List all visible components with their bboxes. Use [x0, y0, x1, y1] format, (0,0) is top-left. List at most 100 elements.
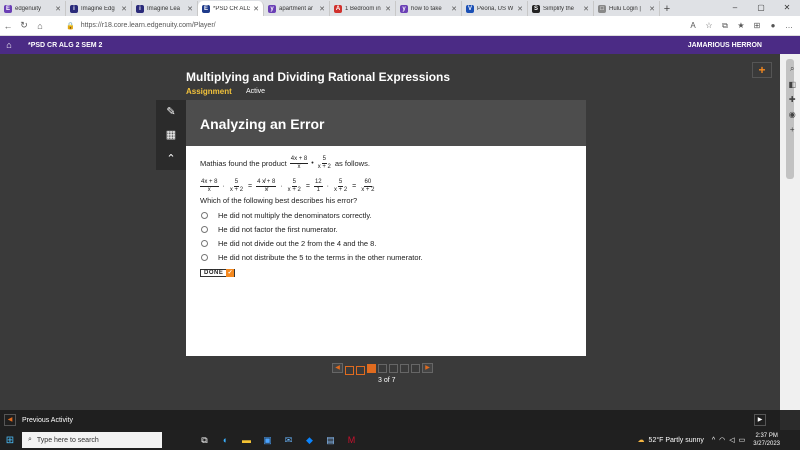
calculator-icon[interactable]: ▦ — [166, 128, 176, 141]
user-name[interactable]: JAMARIOUS HERRON — [688, 42, 762, 49]
browser-tab[interactable]: A1 Bedroom in ✕ — [330, 1, 396, 16]
add-icon[interactable]: + — [788, 125, 796, 134]
bag-icon[interactable]: ◧ — [788, 80, 796, 89]
work-fraction: 4x + 8x — [200, 179, 219, 193]
radio-button[interactable] — [201, 253, 208, 261]
browser-tab[interactable]: □ Hulu Login | ✕ — [594, 1, 660, 16]
pager-step[interactable] — [356, 366, 365, 375]
minimize-icon[interactable]: – — [722, 0, 748, 16]
tab-favicon-icon: □ — [598, 4, 606, 13]
home-icon[interactable]: ⌂ — [0, 40, 18, 50]
split-view-icon[interactable]: ⧉ — [718, 21, 732, 31]
pager-step[interactable] — [367, 363, 376, 373]
pager-step[interactable] — [389, 363, 398, 373]
browser-tab[interactable]: S Simplify the ✕ — [528, 1, 594, 16]
answer-choices: He did not multiply the denominators cor… — [200, 208, 572, 264]
tools-icon[interactable]: ✚ — [788, 95, 796, 104]
extensions-icon[interactable]: ⊞ — [750, 21, 764, 31]
back-icon[interactable]: ← — [0, 21, 16, 31]
task-view-icon[interactable]: ⧉ — [198, 434, 211, 447]
more-icon[interactable]: … — [782, 21, 796, 31]
store-icon[interactable]: ▣ — [261, 434, 274, 447]
chevron-up-icon[interactable]: ^ — [712, 437, 715, 444]
work-operator: = — [305, 183, 310, 190]
windows-start-icon[interactable]: ⊞ — [0, 435, 20, 446]
browser-tab[interactable]: V Peoria, US W ✕ — [462, 1, 528, 16]
search-icon[interactable]: ⌕ — [788, 64, 796, 74]
mcafee-icon[interactable]: M — [345, 434, 358, 447]
tab-close-icon[interactable]: ✕ — [583, 5, 589, 13]
tab-close-icon[interactable]: ✕ — [517, 5, 523, 13]
battery-icon[interactable]: ▭ — [739, 436, 746, 444]
favorite-icon[interactable]: ☆ — [702, 21, 716, 31]
pager-step[interactable] — [400, 363, 409, 373]
taskbar-search[interactable]: ⌕ Type here to search — [22, 432, 162, 448]
course-title[interactable]: *PSD CR ALG 2 SEM 2 — [28, 42, 102, 49]
work-fraction: 5x + 2 — [333, 179, 348, 193]
clock[interactable]: 2:37 PM 3/27/2023 — [753, 432, 780, 448]
close-window-icon[interactable]: ✕ — [774, 0, 800, 16]
outlook-icon[interactable]: ◉ — [788, 110, 796, 119]
tab-close-icon[interactable]: ✕ — [385, 5, 391, 13]
tab-title: Imagine Lea — [147, 5, 181, 12]
pager-step[interactable] — [411, 363, 420, 373]
tab-title: 1 Bedroom in — [345, 5, 381, 12]
answer-choice[interactable]: He did not distribute the 5 to the terms… — [200, 250, 572, 264]
app-header: ⌂ *PSD CR ALG 2 SEM 2 JAMARIOUS HERRON — [0, 36, 800, 54]
weather-widget[interactable]: ☁ 52°F Partly sunny — [638, 436, 704, 445]
tab-close-icon[interactable]: ✕ — [451, 5, 457, 13]
new-tab-icon[interactable]: + — [660, 2, 674, 16]
address-bar-row: ← ↻ ⌂ 🔒 https://r18.core.learn.edgenuity… — [0, 16, 800, 36]
work-operator: · — [222, 183, 225, 190]
tab-close-icon[interactable]: ✕ — [253, 5, 259, 13]
previous-activity-icon[interactable]: ◀ — [4, 414, 16, 426]
work-fraction: 4 x̸ + 8 x̸ — [256, 179, 277, 193]
answer-choice[interactable]: He did not divide out the 2 from the 4 a… — [200, 236, 572, 250]
phone-link-icon[interactable]: ▤ — [324, 434, 337, 447]
tab-close-icon[interactable]: ✕ — [649, 5, 655, 13]
dropbox-icon[interactable]: ◆ — [303, 434, 316, 447]
volume-icon[interactable]: ◁ — [729, 436, 734, 444]
browser-tab[interactable]: y how to take ✕ — [396, 1, 462, 16]
pencil-icon[interactable]: ✎ — [166, 105, 175, 118]
browser-toolbar-icons: A ☆ ⧉ ★ ⊞ ● … — [686, 21, 796, 31]
tab-close-icon[interactable]: ✕ — [55, 5, 61, 13]
tab-close-icon[interactable]: ✕ — [319, 5, 325, 13]
tab-close-icon[interactable]: ✕ — [121, 5, 127, 13]
maximize-icon[interactable]: ▢ — [748, 0, 774, 16]
mail-icon[interactable]: ✉ — [282, 434, 295, 447]
product-fraction-1: 4x + 8 x — [289, 156, 309, 170]
tab-favicon-icon: V — [466, 4, 474, 13]
browser-tab[interactable]: Eedgenuity ✕ — [0, 1, 66, 16]
tab-title: Imagine Edg — [81, 5, 115, 12]
refresh-icon[interactable]: ↻ — [16, 20, 32, 31]
radio-button[interactable] — [201, 239, 208, 247]
edge-icon[interactable]: ◐ — [219, 434, 232, 447]
browser-tab[interactable]: y apartment ar ✕ — [264, 1, 330, 16]
tab-close-icon[interactable]: ✕ — [187, 5, 193, 13]
file-explorer-icon[interactable]: ▬ — [240, 434, 253, 447]
radio-button[interactable] — [201, 225, 208, 233]
favorites-bar-icon[interactable]: ★ — [734, 21, 748, 31]
pager-next-icon[interactable]: ▶ — [422, 363, 433, 373]
browser-tab[interactable]: E *PSD CR ALG ✕ — [198, 1, 264, 16]
tool-panel: ✎ ▦ ⌃ — [156, 100, 186, 170]
pager-step[interactable] — [345, 366, 354, 375]
profile-icon[interactable]: ● — [766, 21, 780, 31]
wifi-icon[interactable]: ◠ — [719, 436, 725, 444]
browser-tab[interactable]: i Imagine Edg ✕ — [66, 1, 132, 16]
add-button[interactable]: + — [752, 62, 772, 78]
url-field[interactable]: 🔒 https://r18.core.learn.edgenuity.com/P… — [66, 19, 686, 33]
answer-choice[interactable]: He did not multiply the denominators cor… — [200, 208, 572, 222]
formula-icon[interactable]: ⌃ — [166, 152, 175, 165]
home-icon[interactable]: ⌂ — [32, 21, 48, 31]
done-button[interactable]: DONE ✓ — [200, 269, 236, 277]
pager-prev-icon[interactable]: ◀ — [332, 363, 343, 373]
answer-choice[interactable]: He did not factor the first numerator. — [200, 222, 572, 236]
browser-tab[interactable]: i Imagine Lea ✕ — [132, 1, 198, 16]
radio-button[interactable] — [201, 211, 208, 219]
pager-step[interactable] — [378, 363, 387, 373]
previous-activity-link[interactable]: Previous Activity — [22, 417, 73, 424]
next-activity-icon[interactable]: ▶ — [754, 414, 766, 426]
read-aloud-icon[interactable]: A — [686, 21, 700, 31]
